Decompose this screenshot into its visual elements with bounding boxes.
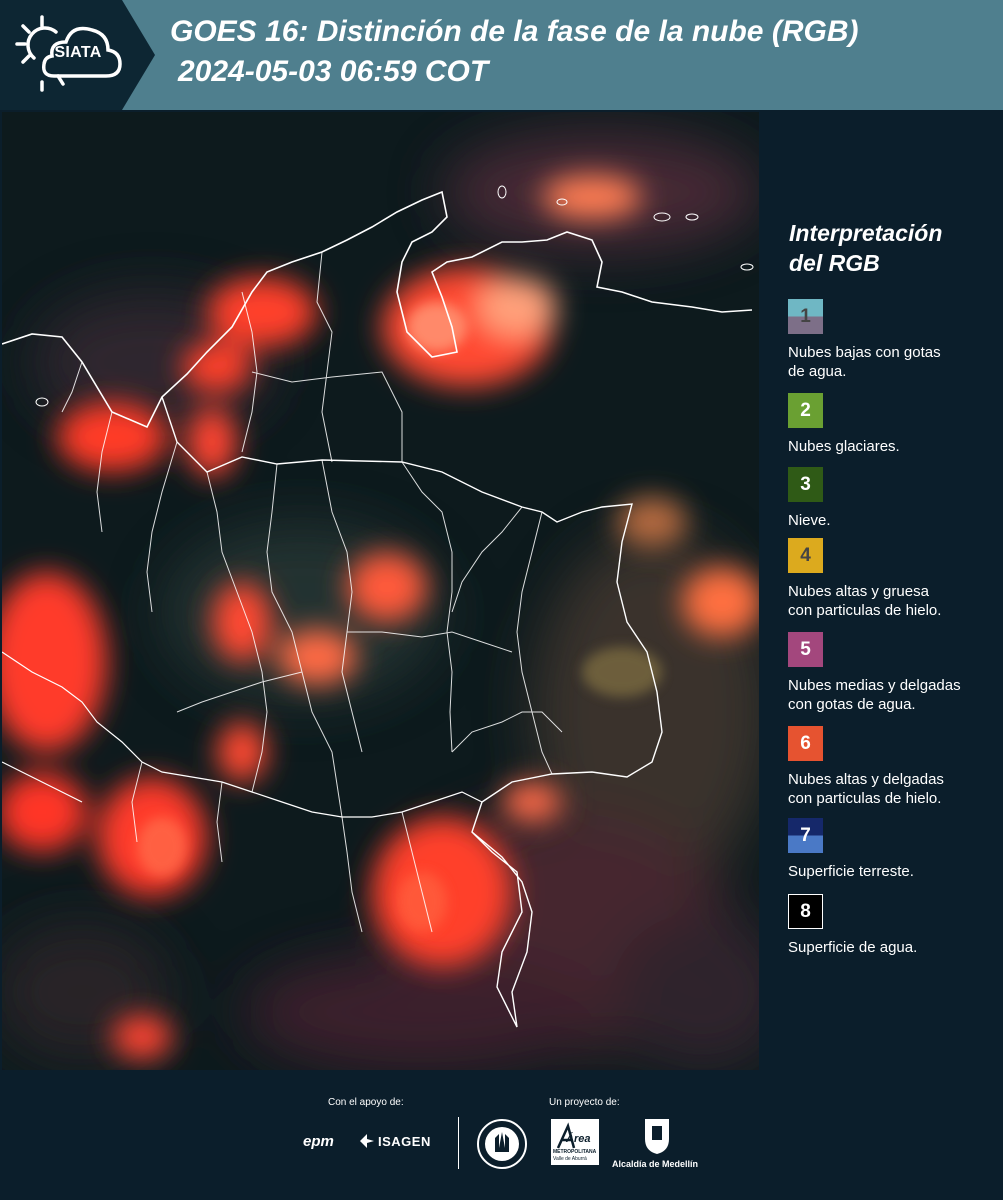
legend-label-3: Nieve. [788,512,831,529]
legend-item-8: 8 Superficie de agua. [788,894,998,957]
legend-swatch-4: 4 [788,538,823,573]
legend-item-1: 1 Nubes bajas con gotas de agua. [788,299,998,381]
page-title: GOES 16: Distinción de la fase de la nub… [170,15,859,48]
satellite-map [2,112,759,1070]
legend-item-2: 2 Nubes glaciares. [788,393,998,456]
legend-label-7: Superficie terreste. [788,863,914,880]
legend-label-5: Nubes medias y delgadas con gotas de agu… [788,677,961,713]
legend-title: Interpretación del RGB [789,220,943,276]
legend-item-4: 4 Nubes altas y gruesa con particulas de… [788,538,998,620]
siata-logo: SIATA [0,0,155,110]
legend-swatch-7: 7 [788,818,823,853]
header-bar: SIATA GOES 16: Distinción de la fase de … [0,0,1003,110]
legend-swatch-1: 1 [788,299,823,334]
legend-item-7: 7 Superficie terreste. [788,818,998,881]
legend-label-8: Superficie de agua. [788,939,918,956]
alcaldia-logo-text: Alcaldía de Medellín [612,1159,699,1169]
legend-swatch-5: 5 [788,632,823,667]
isagen-logo-icon [360,1134,374,1148]
map-image [2,112,759,1070]
support-label: Con el apoyo de: [328,1097,404,1108]
timestamp: 2024-05-03 06:59 COT [178,55,489,88]
logo-text: SIATA [54,44,102,61]
area-logo-sub2: Valle de Aburrá [553,1156,587,1162]
legend-swatch-6: 6 [788,726,823,761]
area-logo-text: Área [566,1133,591,1145]
alcaldia-shield-icon [645,1119,669,1154]
legend-swatch-3: 3 [788,467,823,502]
legend-item-3: 3 Nieve. [788,467,998,530]
legend-label-1: Nubes bajas con gotas de agua. [788,344,941,380]
epm-logo: epm [303,1133,334,1150]
seal-logo-icon [477,1119,527,1169]
isagen-logo: ISAGEN [378,1134,431,1149]
legend-item-5: 5 Nubes medias y delgadas con gotas de a… [788,632,998,714]
project-label: Un proyecto de: [549,1097,620,1108]
legend-swatch-2: 2 [788,393,823,428]
footer: Con el apoyo de: Un proyecto de: epm ISA… [0,1070,1003,1200]
legend-label-4: Nubes altas y gruesa con particulas de h… [788,583,942,619]
legend-label-6: Nubes altas y delgadas con particulas de… [788,771,944,807]
footer-divider [458,1117,459,1169]
area-logo-sub1: METROPOLITANA [553,1149,597,1155]
legend-label-2: Nubes glaciares. [788,438,900,455]
legend-swatch-8: 8 [788,894,823,929]
legend-item-6: 6 Nubes altas y delgadas con particulas … [788,726,998,808]
